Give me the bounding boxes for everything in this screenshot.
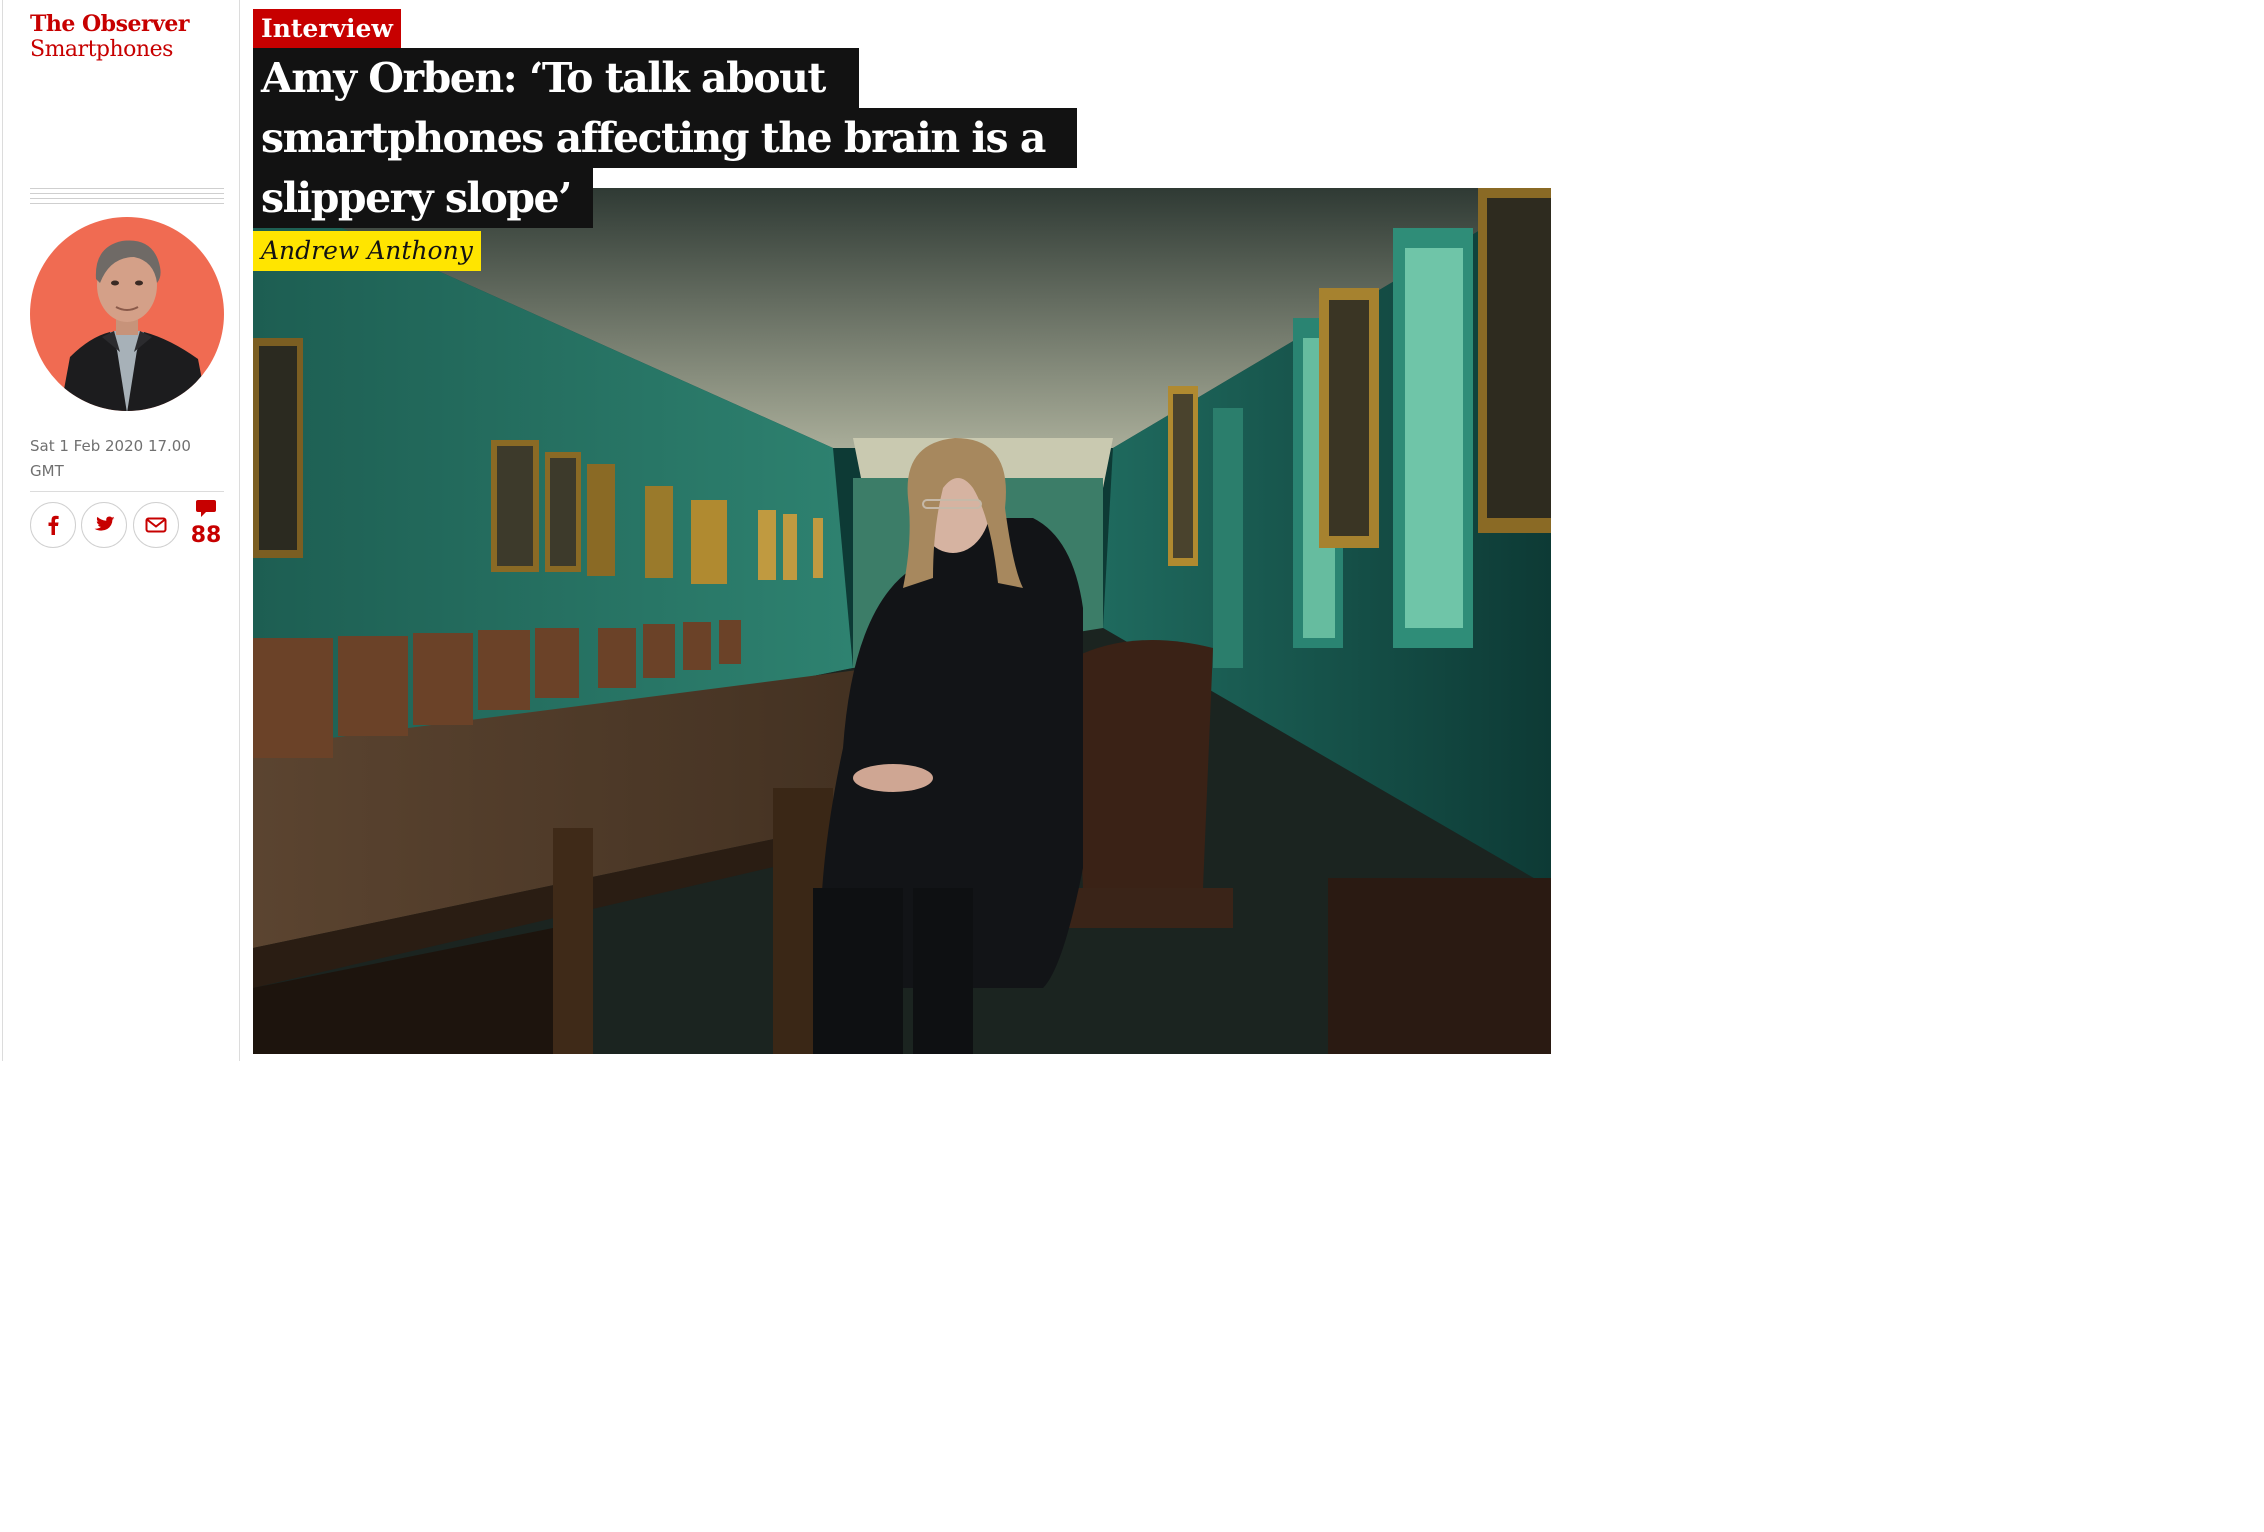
publication-name[interactable]: The Observer [30,11,189,37]
envelope-icon [145,517,167,533]
share-facebook-button[interactable] [30,502,76,548]
author-byline[interactable]: Andrew Anthony [253,231,481,271]
comment-bubble-icon [196,500,216,517]
section-link[interactable]: Smartphones [30,37,173,62]
hero-image-illustration [253,188,1551,1054]
share-twitter-button[interactable] [81,502,127,548]
comments-link[interactable]: 88 [186,499,226,549]
publish-date: Sat 1 Feb 2020 17.00 GMT [30,437,191,480]
twitter-icon [94,516,115,531]
hero-photo [253,188,1551,1054]
headline-line: smartphones affecting the brain is a [253,108,1077,168]
kicker-label[interactable]: Interview [253,9,401,48]
section-divider [30,188,224,205]
comment-count: 88 [190,523,222,548]
author-avatar[interactable] [30,217,224,411]
headline-line: Amy Orben: ‘To talk about [253,48,859,108]
share-divider [30,491,224,492]
share-email-button[interactable] [133,502,179,548]
author-portrait-illustration [60,240,208,411]
facebook-icon [48,515,59,535]
article-sidebar: The Observer Smartphones Sat 1 Feb 2020 … [0,0,240,1061]
headline-line: slippery slope’ [253,168,593,228]
